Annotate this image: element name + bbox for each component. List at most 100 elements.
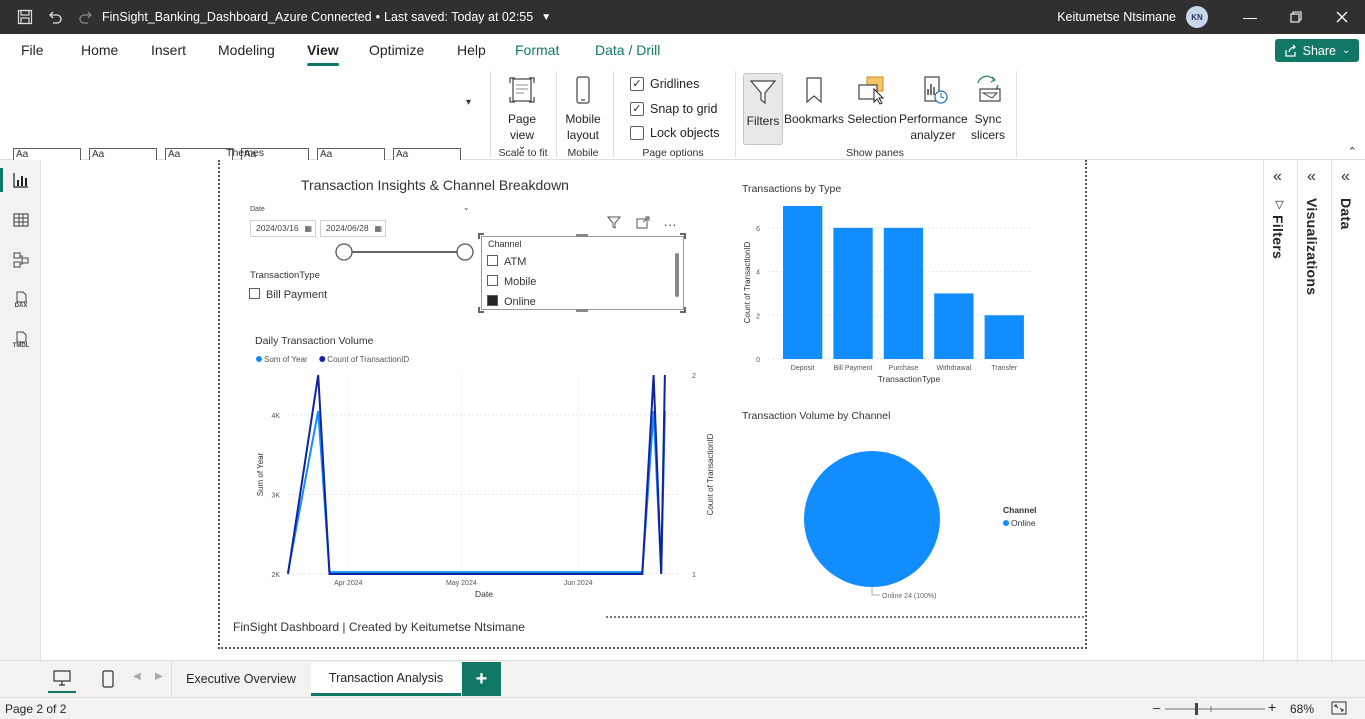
tab-modeling[interactable]: Modeling — [205, 34, 288, 67]
scroll-right-icon[interactable]: ▶ — [155, 671, 163, 682]
bookmarks-pane-button[interactable]: Bookmarks — [784, 75, 844, 127]
date-end-input[interactable]: 2024/06/28 ▦ — [320, 220, 386, 237]
avatar[interactable]: KN — [1186, 6, 1208, 28]
bar-withdrawal[interactable] — [934, 293, 974, 359]
user-account[interactable]: Keitumetse Ntsimane KN — [1057, 0, 1208, 34]
focus-mode-icon[interactable] — [636, 216, 650, 232]
mobile-layout-icon[interactable] — [98, 665, 118, 693]
share-button[interactable]: Share ⌄ — [1275, 39, 1359, 62]
tab-view[interactable]: View — [294, 34, 352, 67]
save-icon[interactable] — [15, 7, 35, 27]
model-view-icon[interactable] — [10, 249, 32, 271]
tab-help[interactable]: Help — [444, 34, 499, 67]
themes-expand-icon[interactable]: ▾ — [466, 97, 471, 108]
report-footer: FinSight Dashboard | Created by Keitumet… — [233, 620, 525, 634]
redo-icon[interactable] — [76, 7, 96, 27]
window-title[interactable]: FinSight_Banking_Dashboard_Azure Connect… — [102, 10, 551, 24]
x-tick-label: Apr 2024 — [334, 580, 363, 587]
series-line-count-of-transactionid[interactable] — [287, 374, 666, 575]
resize-handle[interactable] — [576, 309, 588, 312]
tab-insert[interactable]: Insert — [138, 34, 199, 67]
filters-pane[interactable]: « ▽ Filters — [1263, 160, 1297, 660]
checkbox[interactable] — [487, 275, 498, 286]
fit-to-page-icon[interactable] — [1331, 701, 1347, 718]
resize-handle[interactable] — [478, 307, 484, 313]
selection-pane-button[interactable]: Selection — [846, 75, 898, 127]
page-view-button[interactable]: Page view ⌄ — [498, 75, 546, 152]
bar-transfer[interactable] — [984, 315, 1024, 359]
report-view-icon[interactable] — [10, 169, 32, 191]
tmdl-view-icon[interactable]: TMDL — [10, 329, 32, 351]
expand-pane-icon[interactable]: « — [1307, 168, 1316, 186]
visual-filter-icon[interactable] — [606, 216, 622, 232]
zoom-in-icon[interactable]: + — [1268, 699, 1276, 715]
filters-pane-button[interactable]: Filters — [743, 73, 783, 145]
tab-format[interactable]: Format — [502, 34, 572, 67]
performance-analyzer-button[interactable]: Performance analyzer — [899, 75, 968, 143]
date-range-slider[interactable] — [330, 240, 480, 264]
resize-handle[interactable] — [576, 234, 588, 237]
calendar-icon[interactable]: ▦ — [374, 221, 382, 236]
snap-to-grid-checkbox[interactable]: ✓ Snap to grid — [630, 102, 717, 116]
expand-pane-icon[interactable]: « — [1341, 168, 1350, 186]
checkbox[interactable] — [249, 288, 260, 299]
tab-optimize[interactable]: Optimize — [356, 34, 437, 67]
tab-home[interactable]: Home — [68, 34, 131, 67]
undo-icon[interactable] — [45, 7, 65, 27]
bar-bill-payment[interactable] — [833, 227, 873, 359]
y2-tick-label: 1 — [692, 572, 696, 579]
resize-handle[interactable] — [680, 307, 686, 313]
zoom-slider[interactable] — [1165, 702, 1265, 716]
transactions-by-type-chart[interactable]: Transactions by Type 0 2 4 6 Deposit Bill Paym… — [738, 178, 1038, 388]
channel-option-mobile[interactable]: Mobile — [487, 275, 536, 288]
zoom-level[interactable]: 68% — [1290, 702, 1314, 716]
dax-query-view-icon[interactable]: DAX — [10, 289, 32, 311]
sync-slicers-button[interactable]: Sync slicers — [968, 75, 1008, 143]
table-view-icon[interactable] — [10, 209, 32, 231]
zoom-out-icon[interactable]: – — [1153, 700, 1160, 715]
checkbox[interactable] — [487, 295, 498, 306]
chevron-down-icon[interactable]: ⌄ — [463, 203, 470, 212]
type-option-bill-payment[interactable]: Bill Payment — [249, 288, 327, 301]
resize-handle[interactable] — [478, 233, 484, 239]
scroll-left-icon[interactable]: ◀ — [133, 671, 141, 682]
more-options-icon[interactable]: … — [663, 213, 678, 229]
channel-option-online[interactable]: Online — [487, 295, 536, 308]
mobile-layout-button[interactable]: Mobile layout — [561, 75, 605, 143]
daily-transaction-volume-chart[interactable]: Daily Transaction Volume Sum of Year Count… — [248, 330, 718, 605]
tab-data-drill[interactable]: Data / Drill — [582, 34, 673, 67]
restore-icon[interactable] — [1273, 0, 1319, 34]
date-range-start-handle[interactable] — [335, 243, 353, 261]
close-icon[interactable] — [1319, 0, 1365, 34]
expand-pane-icon[interactable]: « — [1273, 168, 1282, 186]
date-range-end-handle[interactable] — [456, 243, 474, 261]
minimize-icon[interactable]: — — [1227, 0, 1273, 34]
lock-objects-checkbox[interactable]: Lock objects — [630, 126, 719, 140]
series-line-sum-of-year[interactable] — [287, 410, 666, 574]
page-tab-executive-overview[interactable]: Executive Overview — [171, 662, 310, 696]
transaction-volume-by-channel-chart[interactable]: Transaction Volume by Channel Online 24 (… — [738, 405, 1058, 605]
date-start-input[interactable]: 2024/03/16 ▦ — [250, 220, 316, 237]
calendar-icon[interactable]: ▦ — [304, 221, 312, 236]
checkbox[interactable] — [487, 255, 498, 266]
zoom-thumb[interactable] — [1195, 703, 1198, 715]
add-page-button[interactable]: + — [462, 662, 501, 696]
mobile-phone-icon — [576, 76, 590, 104]
desktop-layout-icon[interactable] — [48, 665, 76, 693]
resize-handle[interactable] — [680, 233, 686, 239]
x-tick-label: Purchase — [889, 365, 919, 372]
data-pane[interactable]: « Data — [1331, 160, 1365, 660]
pie-slice-online[interactable] — [804, 451, 940, 587]
status-bar: Page 2 of 2 – + 68% — [0, 697, 1365, 719]
legend-label: Sum of Year — [264, 355, 308, 364]
bar-deposit[interactable] — [783, 206, 823, 359]
gridlines-checkbox[interactable]: ✓ Gridlines — [630, 77, 699, 91]
slicer-scrollbar[interactable] — [675, 253, 679, 297]
tab-file[interactable]: File — [8, 34, 57, 67]
collapse-ribbon-icon[interactable]: ⌃ — [1348, 145, 1357, 158]
bar-purchase[interactable] — [883, 227, 924, 359]
page-tab-transaction-analysis[interactable]: Transaction Analysis — [311, 662, 461, 696]
channel-option-atm[interactable]: ATM — [487, 255, 526, 268]
title-dropdown-icon[interactable]: ▼ — [541, 12, 551, 23]
visualizations-pane[interactable]: « Visualizations — [1297, 160, 1331, 660]
